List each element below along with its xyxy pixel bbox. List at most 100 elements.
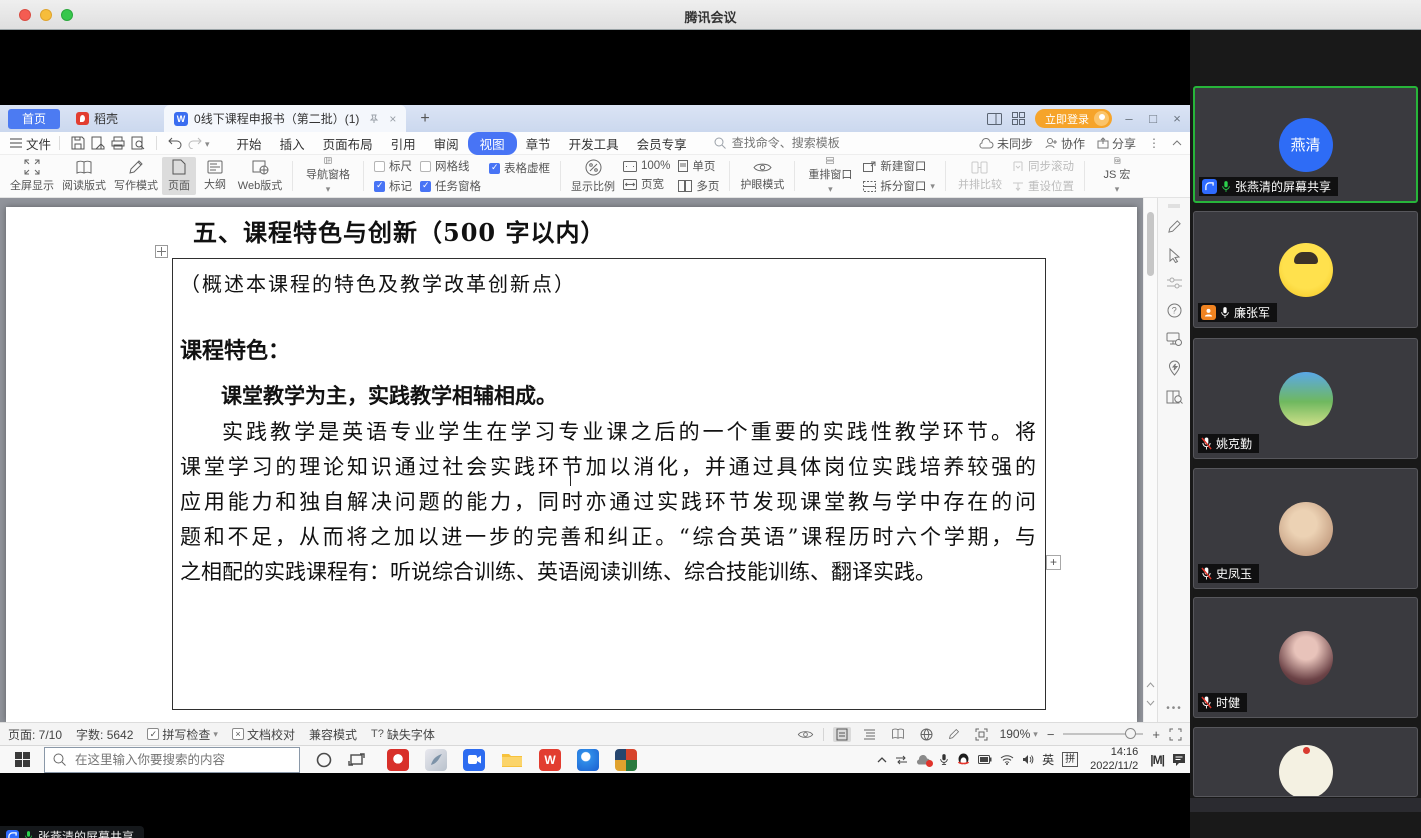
participant-tile[interactable]: 廉张军 — [1193, 211, 1418, 328]
cloud-tray-icon[interactable] — [916, 755, 931, 765]
menu-item-section[interactable]: 章节 — [517, 132, 560, 155]
speaker-icon[interactable] — [1022, 754, 1034, 765]
collaborate-button[interactable]: 协作 — [1045, 135, 1085, 152]
tab-grid-icon[interactable] — [1012, 112, 1025, 125]
location-pin-icon[interactable] — [1168, 360, 1181, 376]
share-button[interactable]: 分享 — [1097, 135, 1136, 152]
ime-indicator[interactable]: 拼 — [1062, 752, 1078, 767]
qq-tray-icon[interactable] — [957, 753, 970, 767]
collapse-ribbon-icon[interactable] — [1172, 140, 1182, 146]
adjust-sliders-icon[interactable] — [1167, 277, 1182, 289]
tableframe-checkbox[interactable]: 表格虚框 — [489, 160, 550, 176]
nav-pane-button[interactable]: 导航窗格 — [299, 157, 357, 195]
add-row-button[interactable]: + — [1046, 555, 1061, 570]
next-page-icon[interactable] — [1146, 700, 1155, 706]
outline-mode-button[interactable]: 大纲 — [196, 157, 234, 195]
wifi-icon[interactable] — [1000, 755, 1014, 765]
layout-switch-icon[interactable] — [987, 113, 1002, 125]
view-page-mode-icon[interactable] — [833, 727, 851, 742]
redo-icon[interactable] — [188, 137, 202, 149]
app-icon-2[interactable] — [425, 749, 447, 771]
compat-mode-label[interactable]: 兼容模式 — [309, 726, 357, 743]
menu-item-review[interactable]: 审阅 — [425, 132, 468, 155]
multi-page-button[interactable]: 多页 — [678, 178, 719, 194]
menu-item-view[interactable]: 视图 — [468, 132, 517, 155]
undo-icon[interactable] — [168, 137, 182, 149]
new-tab-button[interactable]: + — [420, 110, 429, 128]
pin-tab-icon[interactable] — [369, 114, 379, 124]
zoom-slider[interactable] — [1063, 733, 1143, 735]
help-icon[interactable]: ? — [1167, 303, 1182, 318]
device-sync-icon[interactable] — [1166, 332, 1182, 346]
zoom-level[interactable]: 190% — [1000, 727, 1038, 741]
fullscreen-view-button[interactable]: 全屏显示 — [6, 157, 58, 195]
view-write-mode-icon[interactable] — [945, 727, 963, 741]
web-layout-button[interactable]: Web版式 — [234, 157, 286, 195]
table-move-handle[interactable] — [155, 245, 168, 258]
start-button[interactable] — [0, 746, 44, 774]
app-icon-1[interactable] — [387, 749, 409, 771]
page-width-button[interactable]: 页宽 — [623, 176, 670, 192]
participant-tile[interactable]: 史凤玉 — [1193, 468, 1418, 589]
js-macro-button[interactable]: JS JS 宏 — [1091, 157, 1143, 195]
annotate-pen-icon[interactable] — [1167, 219, 1182, 234]
app-icon-3[interactable] — [615, 749, 637, 771]
fullscreen-icon[interactable] — [1169, 728, 1182, 741]
wps-app-icon[interactable]: W — [539, 749, 561, 771]
menu-item-home[interactable]: 开始 — [228, 132, 271, 155]
view-read-mode-icon[interactable] — [888, 727, 908, 741]
gridline-checkbox[interactable]: 网格线 — [420, 158, 481, 174]
cloud-sync-status[interactable]: 未同步 — [979, 135, 1033, 152]
document-page[interactable]: 五、课程特色与创新（500 字以内） （概述本课程的特色及教学改革创新点） 课程… — [6, 207, 1137, 722]
command-search-input[interactable] — [730, 135, 864, 151]
spellcheck-button[interactable]: ✓ 拼写检查 — [147, 726, 218, 743]
language-indicator[interactable]: 英 — [1042, 751, 1054, 768]
taskbar-search-box[interactable] — [44, 747, 300, 773]
wps-minimize-button[interactable]: – — [1122, 111, 1136, 126]
rearrange-windows-button[interactable]: 重排窗口 — [801, 157, 859, 195]
file-explorer-icon[interactable] — [501, 749, 523, 771]
login-button[interactable]: 立即登录 — [1035, 109, 1112, 128]
page-mode-button[interactable]: 页面 — [162, 157, 196, 195]
menu-item-member[interactable]: 会员专享 — [628, 132, 696, 155]
ruler-checkbox[interactable]: 标尺 — [374, 158, 412, 174]
zoom-100-button[interactable]: 100% — [623, 160, 670, 172]
side-toolbar-more-icon[interactable]: ••• — [1158, 703, 1190, 714]
proofread-button[interactable]: × 文档校对 — [232, 726, 295, 743]
menu-item-insert[interactable]: 插入 — [271, 132, 314, 155]
single-page-button[interactable]: 单页 — [678, 158, 719, 174]
wps-close-button[interactable]: × — [1170, 111, 1184, 126]
fit-page-icon[interactable] — [972, 727, 991, 742]
command-search[interactable] — [714, 135, 864, 151]
more-menu-icon[interactable]: ⋮ — [1148, 136, 1160, 150]
battery-icon[interactable] — [978, 755, 992, 764]
previous-page-icon[interactable] — [1146, 682, 1155, 688]
notification-center-icon[interactable] — [1172, 753, 1186, 766]
scrollbar-thumb[interactable] — [1147, 212, 1154, 276]
participant-tile[interactable]: 姚克勤 — [1193, 338, 1418, 459]
microphone-tray-icon[interactable] — [939, 753, 949, 766]
cortana-icon[interactable] — [316, 752, 332, 768]
view-outline-mode-icon[interactable] — [860, 728, 879, 741]
browser-app-icon[interactable] — [577, 749, 599, 771]
print-icon[interactable] — [111, 136, 125, 150]
tab-document[interactable]: W 0线下课程申报书（第二批）(1) × — [164, 105, 406, 132]
sync-arrows-icon[interactable] — [895, 755, 908, 765]
missing-font-button[interactable]: T? 缺失字体 — [371, 726, 435, 743]
ink-workspace-icon[interactable]: |M| — [1150, 753, 1164, 767]
taskpane-checkbox[interactable]: 任务窗格 — [420, 178, 481, 194]
menu-item-devtools[interactable]: 开发工具 — [560, 132, 628, 155]
tab-docer[interactable]: 稻壳 — [60, 107, 134, 130]
mark-checkbox[interactable]: 标记 — [374, 178, 412, 194]
task-view-icon[interactable] — [348, 752, 365, 767]
vertical-scrollbar[interactable] — [1143, 198, 1157, 722]
taskbar-search-input[interactable] — [73, 752, 277, 768]
tencent-meeting-app-icon[interactable] — [463, 749, 485, 771]
export-pdf-icon[interactable] — [91, 136, 105, 150]
zoom-ratio-button[interactable]: 显示比例 — [567, 157, 619, 195]
print-preview-icon[interactable] — [131, 136, 145, 150]
tab-home[interactable]: 首页 — [8, 109, 60, 129]
quickbar-more-icon[interactable] — [205, 136, 210, 150]
eye-protection-button[interactable]: 护眼模式 — [736, 157, 788, 195]
drag-grip-icon[interactable] — [1168, 204, 1180, 208]
